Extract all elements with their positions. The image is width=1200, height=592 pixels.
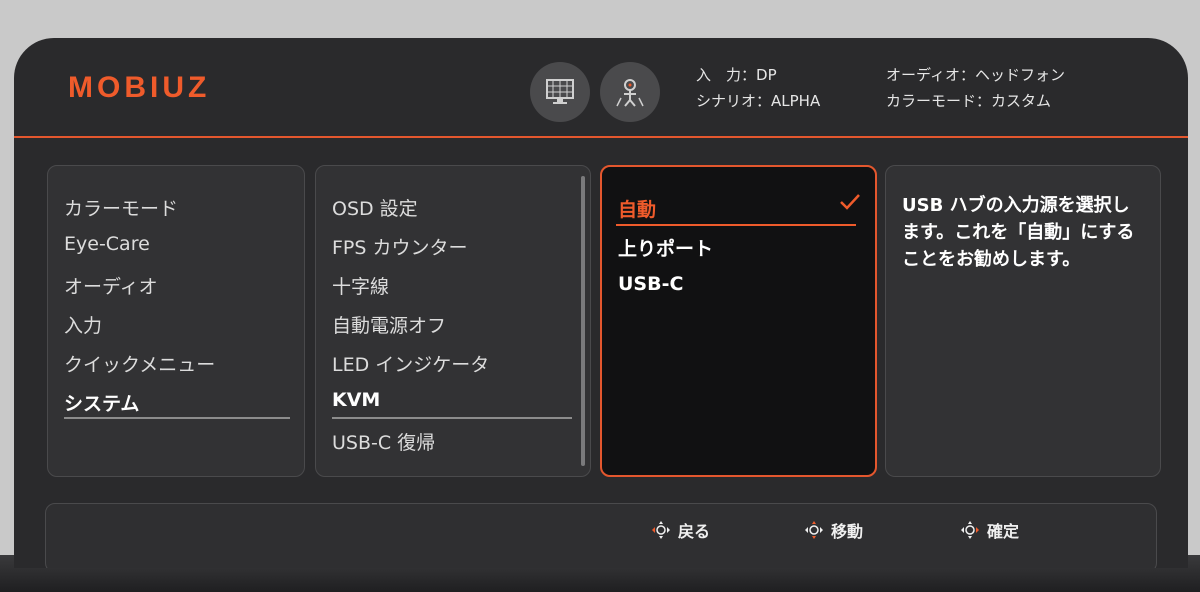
status-scenario-label: シナリオ：	[696, 92, 772, 110]
osd-header: MOBIUZ 入 力：DP シナリオ：ALPHA オーディオ：ヘッドフォン カラ…	[14, 38, 1188, 138]
osd-menu: MOBIUZ 入 力：DP シナリオ：ALPHA オーディオ：ヘッドフォン カラ…	[14, 38, 1188, 568]
joystick-left-icon	[652, 521, 670, 539]
status-audio-label: オーディオ：	[886, 66, 975, 84]
status-scenario-value: ALPHA	[771, 92, 821, 110]
navigation-footer: 戻る 移動 確定	[45, 503, 1157, 568]
menu-item-color-mode[interactable]: カラーモード	[64, 194, 178, 221]
status-audio-value: ヘッドフォン	[974, 66, 1065, 84]
checkmark-icon	[840, 194, 860, 210]
status-input: 入 力：DP	[696, 62, 777, 88]
submenu-item-auto-power-off[interactable]: 自動電源オフ	[332, 311, 446, 338]
option-upstream-port[interactable]: 上りポート	[618, 234, 713, 261]
selection-underline	[332, 417, 572, 419]
status-input-value: DP	[756, 66, 777, 84]
help-text: USB ハブの入力源を選択します。これを「自動」にすることをお勧めします。	[902, 195, 1135, 270]
hint-back-label: 戻る	[678, 522, 711, 541]
status-input-label: 入 力：	[696, 66, 757, 84]
hint-confirm[interactable]: 確定	[959, 518, 1019, 542]
hint-move[interactable]: 移動	[803, 518, 863, 542]
monitor-grid-icon	[530, 62, 590, 122]
joystick-updown-icon	[805, 521, 823, 539]
selection-underline	[64, 417, 290, 419]
menu-item-system[interactable]: システム	[64, 389, 139, 416]
selection-underline	[616, 224, 856, 226]
status-scenario: シナリオ：ALPHA	[696, 88, 820, 114]
status-color-mode: カラーモード：カスタム	[886, 88, 1051, 114]
option-auto[interactable]: 自動	[618, 195, 656, 222]
submenu-item-crosshair[interactable]: 十字線	[332, 272, 389, 299]
submenu-item-led-indicator[interactable]: LED インジケータ	[332, 350, 489, 377]
submenu-item-fps-counter[interactable]: FPS カウンター	[332, 233, 468, 260]
kvm-options-panel: 自動 上りポート USB-C	[600, 165, 877, 477]
joystick-right-icon	[961, 521, 979, 539]
status-color-mode-value: カスタム	[991, 92, 1052, 110]
hint-back[interactable]: 戻る	[650, 518, 710, 542]
help-panel: USB ハブの入力源を選択します。これを「自動」にすることをお勧めします。	[885, 165, 1161, 477]
status-audio: オーディオ：ヘッドフォン	[886, 62, 1065, 88]
menu-item-eye-care[interactable]: Eye-Care	[64, 233, 150, 255]
scrollbar[interactable]	[581, 176, 585, 466]
menu-item-quick-menu[interactable]: クイックメニュー	[64, 350, 215, 377]
menu-item-audio[interactable]: オーディオ	[64, 272, 158, 299]
main-menu-panel: カラーモード Eye-Care オーディオ 入力 クイックメニュー システム	[47, 165, 305, 477]
game-character-icon	[600, 62, 660, 122]
menu-item-input[interactable]: 入力	[64, 311, 102, 338]
option-usb-c[interactable]: USB-C	[618, 273, 683, 295]
submenu-item-kvm[interactable]: KVM	[332, 389, 380, 411]
hint-move-label: 移動	[831, 522, 864, 541]
hint-confirm-label: 確定	[987, 522, 1020, 541]
system-menu-panel: OSD 設定 FPS カウンター 十字線 自動電源オフ LED インジケータ K…	[315, 165, 591, 477]
submenu-item-osd-settings[interactable]: OSD 設定	[332, 194, 418, 221]
mobiuz-logo: MOBIUZ	[68, 71, 211, 104]
submenu-item-usb-c-resume[interactable]: USB-C 復帰	[332, 428, 435, 455]
status-color-mode-label: カラーモード：	[886, 92, 992, 110]
